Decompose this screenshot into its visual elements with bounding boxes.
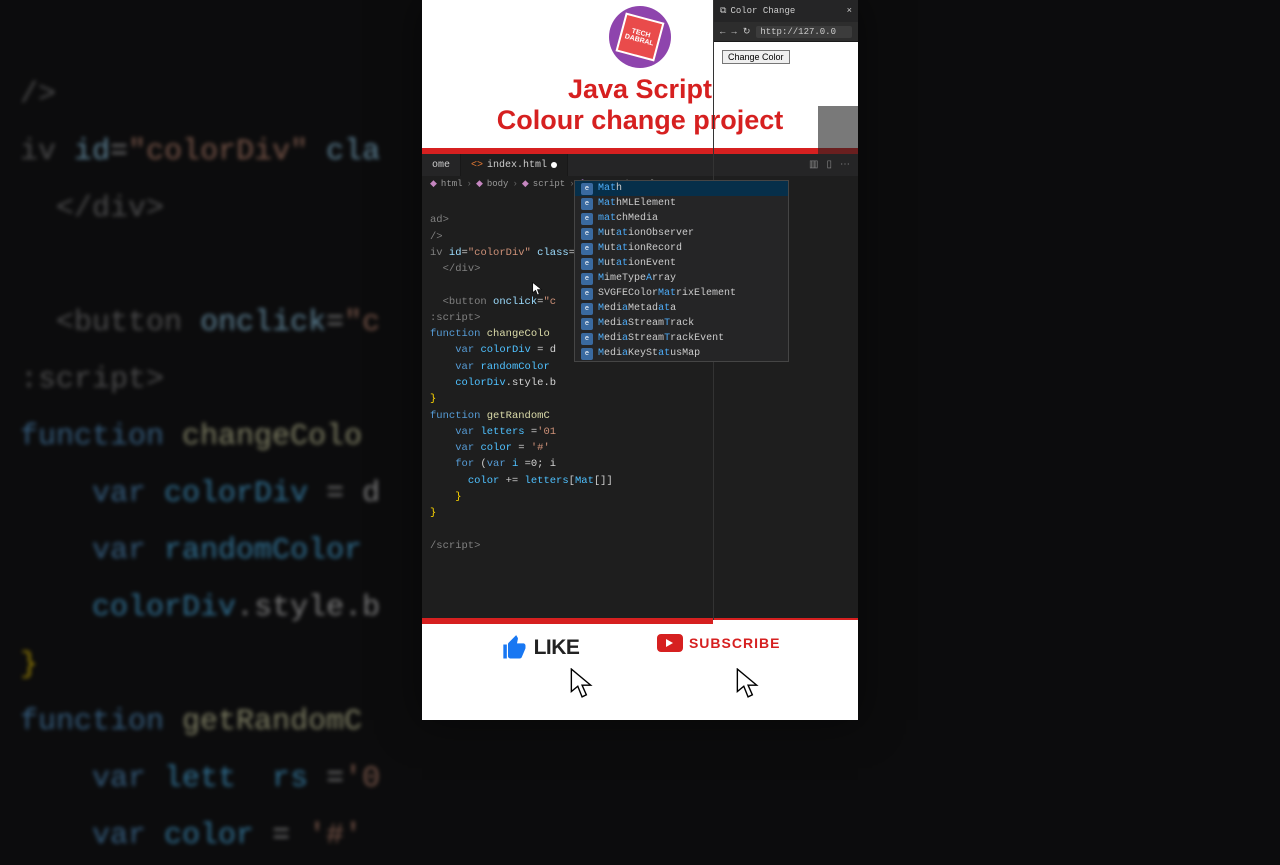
subscribe-label: SUBSCRIBE [657,634,780,652]
intellisense-popup[interactable]: eMath eMathMLElement ematchMedia eMutati… [574,180,789,362]
tab-index-html[interactable]: <> index.html [461,154,568,176]
tab-file-name: index.html [487,160,547,171]
code-editor: ome <> index.html ▥ ▯ ⋯ ◆html › ◆body › … [422,154,858,618]
html-file-icon: <> [471,160,483,171]
element-icon: ◆ [476,179,483,189]
intellisense-item[interactable]: eSVGFEColorMatrixElement [575,286,788,301]
intellisense-item[interactable]: eMediaStreamTrackEvent [575,331,788,346]
title-line1: Java Script [568,74,712,104]
footer: LIKE SUBSCRIBE [422,624,858,720]
intellisense-item[interactable]: eMediaKeyStatusMap [575,346,788,361]
logo-text: TECH DABRAL [616,13,665,62]
like-label: LIKE [500,634,580,662]
element-icon: ◆ [522,179,529,189]
close-script-tag: /script> [430,540,480,552]
intellisense-item[interactable]: eMutationEvent [575,256,788,271]
cursor-icon [568,668,594,698]
intellisense-item[interactable]: eMimeTypeArray [575,271,788,286]
channel-logo: TECH DABRAL [609,6,671,68]
video-panel: TECH DABRAL Java Script Colour change pr… [422,0,858,720]
intellisense-item[interactable]: ematchMedia [575,211,788,226]
mouse-cursor-icon [532,282,544,296]
intellisense-item[interactable]: eMediaStreamTrack [575,316,788,331]
thumbs-up-icon [500,634,530,662]
intellisense-item[interactable]: eMathMLElement [575,196,788,211]
tab-home[interactable]: ome [422,154,461,176]
intellisense-item[interactable]: eMediaMetadata [575,301,788,316]
unsaved-dot-icon [551,162,557,168]
intellisense-item[interactable]: eMutationObserver [575,226,788,241]
intellisense-item[interactable]: eMath [575,181,788,196]
element-icon: ◆ [430,179,437,189]
cursor-icon [734,668,760,698]
intellisense-item[interactable]: eMutationRecord [575,241,788,256]
youtube-icon [657,634,683,652]
